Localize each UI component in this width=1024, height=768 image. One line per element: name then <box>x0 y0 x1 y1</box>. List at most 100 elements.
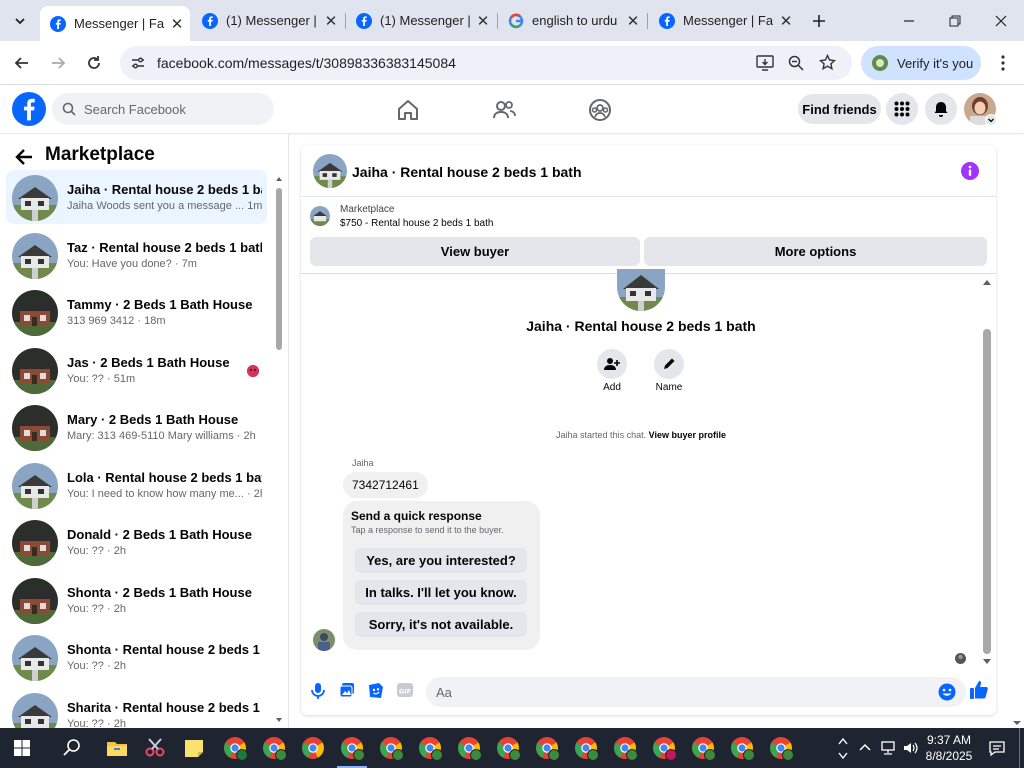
notifications-button[interactable] <box>925 93 957 125</box>
chrome-window-button[interactable] <box>221 734 249 762</box>
verify-button[interactable]: Verify it's you <box>861 46 981 80</box>
window-close-button[interactable] <box>978 0 1024 41</box>
snipping-tool-button[interactable] <box>141 734 169 762</box>
groups-nav-button[interactable] <box>587 97 613 123</box>
view-buyer-profile-link[interactable]: View buyer profile <box>649 430 726 440</box>
close-icon[interactable]: ✕ <box>164 15 190 33</box>
sender-avatar[interactable] <box>313 629 335 651</box>
site-settings-icon[interactable] <box>130 55 146 71</box>
house-photo-icon <box>12 692 58 728</box>
address-bar[interactable]: facebook.com/messages/t/3089833638314508… <box>120 46 852 80</box>
close-icon[interactable]: ✕ <box>318 12 344 30</box>
reload-button[interactable] <box>81 50 107 76</box>
chrome-window-button[interactable] <box>572 734 600 762</box>
intro-avatar[interactable] <box>617 269 665 311</box>
conversation-item[interactable]: Donald · 2 Beds 1 Bath House You: ?? · 2h <box>6 515 267 569</box>
account-avatar[interactable] <box>964 93 997 126</box>
voice-clip-button[interactable] <box>310 682 326 700</box>
chrome-window-button[interactable] <box>728 734 756 762</box>
conversation-item[interactable]: Taz · Rental house 2 beds 1 bath You: Hav… <box>6 228 267 282</box>
taskbar-overflow-icon[interactable] <box>836 728 850 768</box>
volume-icon[interactable] <box>902 739 920 757</box>
page-scrollbar[interactable] <box>1010 134 1024 728</box>
close-icon[interactable]: ✕ <box>620 12 646 30</box>
more-options-button[interactable]: More options <box>644 237 987 266</box>
add-friend-button[interactable] <box>597 349 627 379</box>
conversation-item[interactable]: Tammy · 2 Beds 1 Bath House 313 969 3412 … <box>6 285 267 339</box>
chrome-window-button[interactable] <box>455 734 483 762</box>
conversation-item[interactable]: Shonta · 2 Beds 1 Bath House You: ?? · 2h <box>6 573 267 627</box>
back-button[interactable] <box>9 50 35 76</box>
network-icon[interactable] <box>879 739 897 757</box>
sticker-button[interactable] <box>367 682 384 699</box>
listing-title[interactable]: $750 - Rental house 2 beds 1 bath <box>340 218 493 229</box>
chat-avatar[interactable] <box>313 154 347 188</box>
send-like-button[interactable] <box>969 680 989 700</box>
chrome-window-button[interactable] <box>338 734 366 762</box>
minimize-button[interactable] <box>886 0 932 41</box>
conversation-info-button[interactable] <box>961 162 979 180</box>
chat-header: Jaiha · Rental house 2 beds 1 bath <box>301 145 996 197</box>
browser-tab-5[interactable]: Messenger | Fa ✕ <box>649 6 799 35</box>
find-friends-button[interactable]: Find friends <box>798 94 881 124</box>
quick-response-button-3[interactable]: Sorry, it's not available. <box>355 612 527 637</box>
listing-thumbnail[interactable] <box>310 206 330 226</box>
facebook-search-input[interactable]: Search Facebook <box>52 93 274 125</box>
back-button[interactable] <box>14 147 36 169</box>
browser-menu-button[interactable] <box>990 50 1016 76</box>
quick-response-button-2[interactable]: In talks. I'll let you know. <box>355 580 527 605</box>
browser-tab-1[interactable]: Messenger | Fa ✕ <box>40 6 190 41</box>
chrome-window-button[interactable] <box>416 734 444 762</box>
edit-name-button[interactable] <box>654 349 684 379</box>
home-nav-button[interactable] <box>395 97 421 123</box>
new-tab-button[interactable] <box>806 8 832 34</box>
show-desktop-button[interactable] <box>1019 728 1020 768</box>
chrome-window-button[interactable] <box>377 734 405 762</box>
emoji-icon[interactable] <box>938 683 956 701</box>
conversation-item[interactable]: Sharita · Rental house 2 beds 1 ... You: … <box>6 688 267 728</box>
browser-tab-4[interactable]: english to urdu ✕ <box>498 6 646 35</box>
chevron-up-icon[interactable] <box>857 740 873 756</box>
chrome-window-button[interactable] <box>650 734 678 762</box>
zoom-icon[interactable] <box>788 55 804 71</box>
sidebar-scrollbar[interactable] <box>274 174 284 726</box>
menu-button[interactable] <box>886 93 918 125</box>
message-bubble[interactable]: 7342712461 <box>343 472 428 498</box>
view-buyer-button[interactable]: View buyer <box>310 237 640 266</box>
browser-tab-3[interactable]: (1) Messenger | ✕ <box>346 6 496 35</box>
tab-search-button[interactable] <box>7 8 33 34</box>
chat-scrollbar[interactable] <box>982 277 992 667</box>
quick-response-button-1[interactable]: Yes, are you interested? <box>355 548 527 573</box>
close-icon[interactable]: ✕ <box>773 12 799 30</box>
file-explorer-button[interactable] <box>103 734 131 762</box>
gif-button[interactable]: GIF <box>397 683 413 697</box>
close-icon[interactable]: ✕ <box>470 12 496 30</box>
notification-center-icon[interactable] <box>988 739 1006 757</box>
conversation-item[interactable]: Mary · 2 Beds 1 Bath House Mary: 313 469-… <box>6 400 267 454</box>
chrome-window-button[interactable] <box>260 734 288 762</box>
start-button[interactable] <box>8 734 36 762</box>
conversation-item[interactable]: Jaiha · Rental house 2 beds 1 bath Jaiha … <box>6 170 267 224</box>
sticky-notes-button[interactable] <box>180 734 208 762</box>
conversation-item[interactable]: Jas · 2 Beds 1 Bath House You: ?? · 51m <box>6 343 267 397</box>
friends-nav-button[interactable] <box>491 97 517 123</box>
taskbar-search-button[interactable] <box>58 734 86 762</box>
chrome-window-button[interactable] <box>494 734 522 762</box>
restore-button[interactable] <box>932 0 978 41</box>
install-app-icon[interactable] <box>756 55 774 71</box>
chrome-window-button[interactable] <box>533 734 561 762</box>
chrome-window-button[interactable] <box>767 734 795 762</box>
conversation-item[interactable]: Shonta · Rental house 2 beds 1 ... You: ?… <box>6 630 267 684</box>
browser-tab-2[interactable]: (1) Messenger | ✕ <box>192 6 344 35</box>
chrome-window-button[interactable] <box>689 734 717 762</box>
attach-photo-button[interactable] <box>339 682 355 698</box>
bookmark-star-icon[interactable] <box>819 54 836 71</box>
forward-button[interactable] <box>45 50 71 76</box>
chrome-window-button[interactable] <box>611 734 639 762</box>
facebook-logo-icon[interactable] <box>12 92 46 126</box>
account-chevron[interactable] <box>985 114 997 126</box>
conversation-item[interactable]: Lola · Rental house 2 beds 1 bath You: I … <box>6 458 267 512</box>
message-input[interactable]: Aa <box>426 677 966 707</box>
chrome-window-button[interactable] <box>299 734 327 762</box>
system-clock[interactable]: 9:37 AM 8/8/2025 <box>920 732 978 764</box>
